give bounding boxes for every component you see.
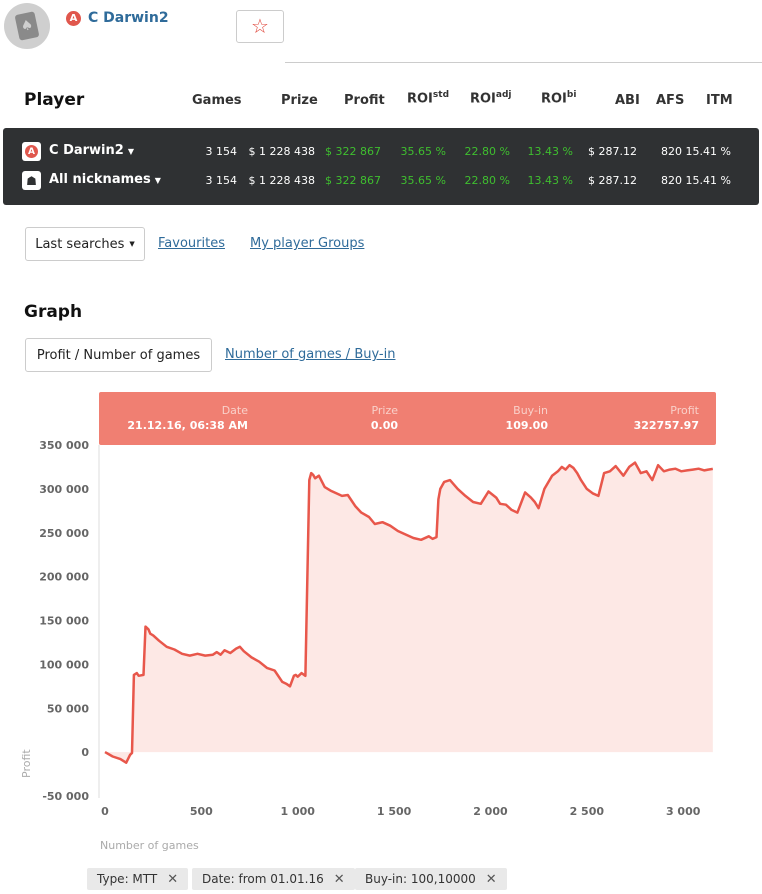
chart-tooltip: Date 21.12.16, 06:38 AM Prize 0.00 Buy-i… [99, 392, 716, 445]
y-tick-label: -50 000 [42, 790, 89, 803]
profit-area-fill [105, 462, 713, 763]
x-tick-label: 0 [101, 805, 109, 818]
tooltip-date-value: 21.12.16, 06:38 AM [127, 419, 248, 432]
tooltip-profit-value: 322757.97 [633, 419, 699, 432]
y-tick-label: 0 [81, 746, 89, 759]
x-axis-label: Number of games [100, 839, 199, 852]
profit-chart[interactable]: 350 000 300 000 250 000 200 000 150 000 100 0… [0, 0, 762, 894]
y-tick-label: 250 000 [39, 527, 89, 540]
y-tick-label: 300 000 [39, 483, 89, 496]
tooltip-prize-value: 0.00 [370, 419, 398, 432]
y-tick-label: 200 000 [39, 571, 89, 584]
close-icon[interactable]: ✕ [486, 872, 497, 887]
x-tick-label: 500 [190, 805, 213, 818]
y-tick-label: 50 000 [47, 702, 89, 715]
y-tick-label: 150 000 [39, 615, 89, 628]
x-tick-label: 3 000 [666, 805, 701, 818]
x-tick-label: 2 000 [473, 805, 508, 818]
tooltip-buyin-value: 109.00 [505, 419, 548, 432]
tooltip-date-label: Date [221, 404, 248, 417]
x-tick-label: 1 500 [377, 805, 412, 818]
tooltip-buyin-label: Buy-in [513, 404, 548, 417]
y-tick-label: 100 000 [39, 658, 89, 671]
y-axis-label: Profit [20, 749, 33, 778]
tooltip-prize-label: Prize [371, 404, 398, 417]
y-tick-label: 350 000 [39, 439, 89, 452]
tooltip-profit-label: Profit [670, 404, 699, 417]
x-tick-label: 1 000 [280, 805, 315, 818]
close-icon[interactable]: ✕ [334, 872, 345, 887]
x-tick-label: 2 500 [570, 805, 605, 818]
filter-chip-buyin[interactable]: Buy-in: 100,10000 ✕ [355, 868, 507, 890]
filter-chip-type[interactable]: Type: MTT ✕ [87, 868, 189, 890]
filter-chip-date[interactable]: Date: from 01.01.16 ✕ [192, 868, 355, 890]
close-icon[interactable]: ✕ [167, 872, 178, 887]
